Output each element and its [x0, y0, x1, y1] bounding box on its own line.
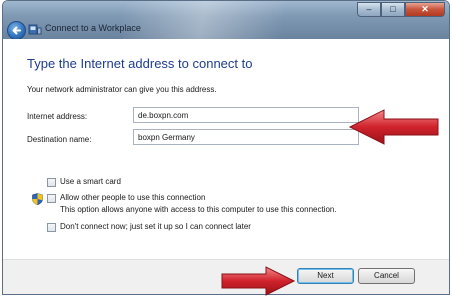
- cancel-button[interactable]: Cancel: [358, 268, 415, 284]
- instruction-text: Your network administrator can give you …: [27, 85, 217, 94]
- wizard-window: Connect to a Workplace – □ ✕ Type the In…: [2, 0, 450, 295]
- red-arrow-icon: [221, 266, 296, 296]
- uac-shield-icon: [32, 193, 43, 205]
- internet-address-input[interactable]: [133, 107, 359, 123]
- dont-connect-label: Don't connect now; just set it up so I c…: [60, 222, 251, 231]
- smart-card-checkbox[interactable]: [47, 178, 56, 187]
- minimize-button[interactable]: –: [357, 2, 381, 17]
- maximize-button[interactable]: □: [381, 2, 405, 17]
- window-title: Connect to a Workplace: [45, 23, 141, 33]
- back-arrow-icon[interactable]: [7, 21, 26, 40]
- destination-name-label: Destination name:: [27, 135, 92, 144]
- dont-connect-checkbox[interactable]: [47, 223, 56, 232]
- allow-others-checkbox[interactable]: [47, 194, 56, 203]
- close-button[interactable]: ✕: [405, 2, 445, 17]
- allow-others-label: Allow other people to use this connectio…: [60, 193, 206, 202]
- allow-others-description: This option allows anyone with access to…: [60, 205, 337, 214]
- wizard-content: Type the Internet address to connect to …: [3, 39, 449, 260]
- smart-card-label: Use a smart card: [60, 177, 121, 186]
- title-bar: Connect to a Workplace – □ ✕: [3, 1, 449, 40]
- network-wizard-icon: [28, 24, 42, 35]
- destination-name-input[interactable]: [133, 129, 359, 145]
- caption-buttons: – □ ✕: [357, 2, 445, 17]
- next-button[interactable]: Next: [297, 268, 354, 284]
- internet-address-label: Internet address:: [27, 112, 88, 121]
- red-arrow-icon: [348, 109, 439, 145]
- page-title: Type the Internet address to connect to: [27, 56, 253, 71]
